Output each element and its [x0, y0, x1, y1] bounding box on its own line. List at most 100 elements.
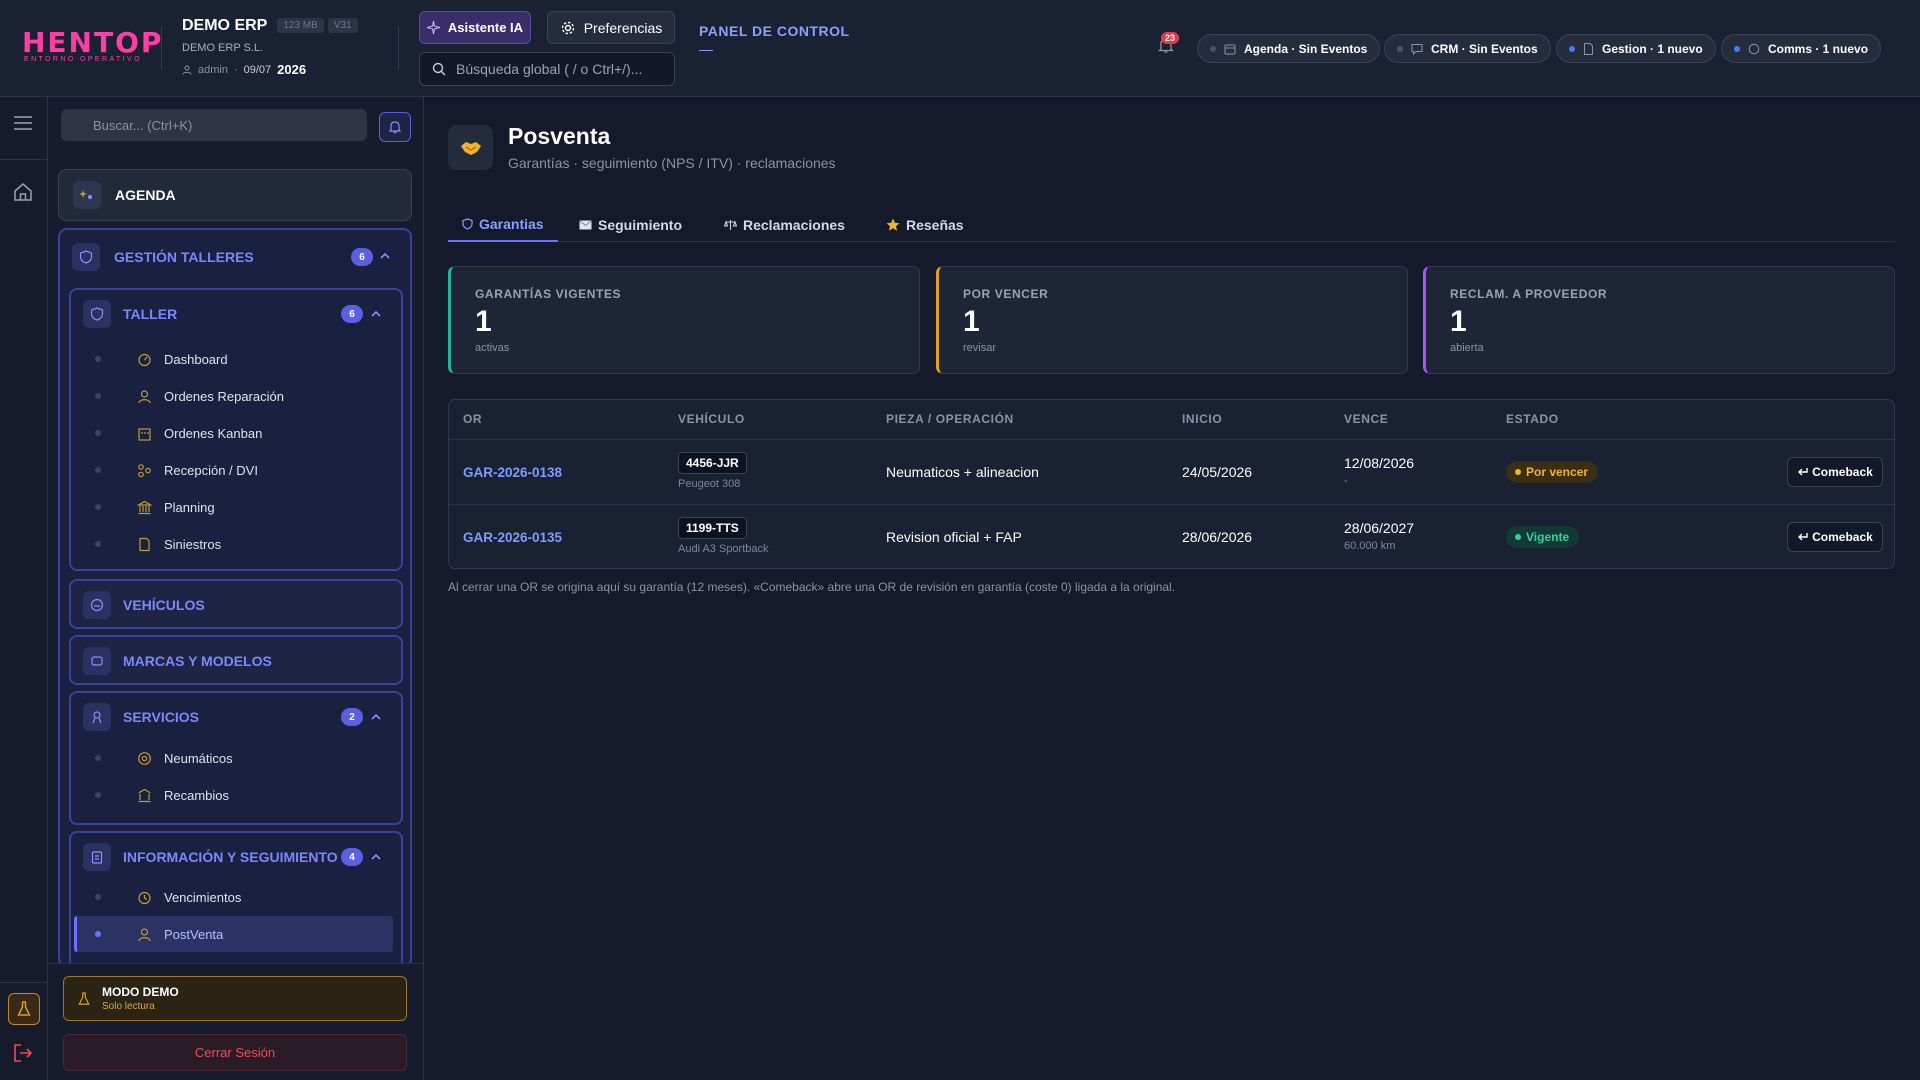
tab-label: Reclamaciones [743, 216, 845, 233]
sidebar-item-vencimientos[interactable]: Vencimientos [74, 879, 394, 915]
message-icon [1748, 43, 1760, 54]
car-icon [90, 598, 104, 612]
col-header-inicio: INICIO [1182, 412, 1223, 426]
estado-cell: Vigente [1506, 526, 1580, 548]
status-text: Vigente [1526, 530, 1570, 544]
sidebar-item-ordenes-kanban[interactable]: Ordenes Kanban [74, 415, 394, 451]
tab-garantias[interactable]: Garantias [448, 207, 558, 242]
demo-title: MODO DEMO [102, 985, 179, 999]
vehiculos-icon-box [83, 591, 111, 619]
col-header-estado: ESTADO [1506, 412, 1559, 426]
comeback-button[interactable]: Comeback [1787, 457, 1883, 487]
sidebar-item-dashboard[interactable]: Dashboard [74, 341, 394, 377]
tab-resenas[interactable]: Reseñas [872, 207, 978, 242]
sidebar-item-ordenes-reparacion[interactable]: Ordenes Reparación [74, 378, 394, 414]
vehicle-model: Peugeot 308 [678, 478, 741, 490]
sidebar-item-recambios[interactable]: Recambios [74, 777, 394, 813]
sidebar-item-planning[interactable]: Planning [74, 489, 394, 525]
sidebar-item-agenda[interactable]: AGENDA [58, 169, 412, 221]
sidebar-search[interactable] [61, 109, 367, 141]
status-text: Por vencer [1526, 465, 1589, 479]
logout-button[interactable]: Cerrar Sesión [63, 1034, 407, 1071]
demo-mode-button[interactable] [8, 993, 40, 1025]
top-bar: HENTOP ENTORNO OPERATIVO DEMO ERP 123 MB V… [0, 0, 1920, 97]
item-label: Dashboard [164, 351, 228, 367]
ai-assistant-button[interactable]: Asistente IA [419, 11, 531, 44]
logout-icon-button[interactable] [12, 1043, 34, 1063]
pill-agenda[interactable]: Agenda · Sin Eventos [1197, 34, 1381, 63]
sidebar-item-recepcion[interactable]: Recepción / DVI [74, 452, 394, 488]
sidebar-item-siniestros[interactable]: Siniestros [74, 526, 394, 562]
vence-cell: 28/06/2027 60.000 km [1344, 520, 1414, 552]
preferences-button[interactable]: Preferencias [547, 11, 675, 44]
vence-date: 28/06/2027 [1344, 520, 1415, 536]
agenda-label: AGENDA [115, 187, 176, 203]
chevron-up-icon[interactable] [371, 853, 381, 861]
pill-crm[interactable]: CRM · Sin Eventos [1384, 34, 1551, 63]
bullet [95, 792, 101, 798]
sidebar-item-postventa[interactable]: PostVenta [74, 916, 393, 952]
pin-button[interactable] [379, 112, 411, 142]
subgroup-taller-header[interactable]: TALLER [83, 300, 177, 328]
sidebar-item-neumaticos[interactable]: Neumáticos [74, 740, 394, 776]
status-badge: Vigente [1506, 526, 1580, 548]
chevron-up-icon[interactable] [371, 713, 381, 721]
servicios-header[interactable]: SERVICIOS [83, 703, 199, 731]
mechanic-icon [138, 389, 151, 403]
demo-mode-box[interactable]: MODO DEMO Solo lectura [63, 976, 407, 1021]
item-label: Planning [164, 499, 215, 515]
home-button[interactable] [12, 181, 34, 203]
vence-detail: - [1344, 475, 1348, 487]
bullet [95, 430, 101, 436]
informacion-header[interactable]: INFORMACIÓN Y SEGUIMIENTO [83, 843, 338, 871]
or-link[interactable]: GAR-2026-0138 [463, 465, 562, 480]
global-search-input[interactable] [456, 61, 656, 77]
marcas-label: MARCAS Y MODELOS [123, 653, 272, 669]
page-subtitle: Garantías · seguimiento (NPS / ITV) · re… [508, 155, 836, 171]
file-icon [139, 537, 150, 551]
tab-seguimiento[interactable]: Seguimiento [565, 207, 696, 242]
kpi-subtext: abierta [1450, 342, 1484, 354]
logo[interactable]: HENTOP ENTORNO OPERATIVO [22, 26, 164, 66]
table-row: GAR-2026-0138 4456-JJR Peugeot 308 Neuma… [449, 439, 1894, 504]
tab-reclamaciones[interactable]: Reclamaciones [710, 207, 859, 242]
chevron-up-icon[interactable] [380, 252, 390, 260]
sidebar-search-input[interactable] [93, 117, 353, 133]
document-icon [1584, 42, 1593, 55]
comeback-button[interactable]: Comeback [1787, 522, 1883, 552]
tab-label: Reseñas [906, 216, 964, 233]
kpi-label: GARANTÍAS VIGENTES [475, 287, 622, 301]
current-year: 2026 [277, 62, 307, 77]
icon-rail [0, 97, 48, 1080]
marcas-icon-box [83, 647, 111, 675]
logo-text: HENTOP [22, 26, 164, 59]
user-name: admin [198, 63, 228, 76]
tab-bar: Garantias Seguimiento Reclamaciones Rese… [448, 207, 1895, 242]
hamburger-icon [14, 116, 32, 130]
taller-icon-box [83, 300, 111, 328]
pill-label: Agenda · Sin Eventos [1244, 41, 1368, 56]
kpi-subtext: activas [475, 342, 510, 354]
col-header-pieza: PIEZA / OPERACIÓN [886, 412, 1014, 426]
envelope-icon [579, 219, 592, 229]
page-icon-box [448, 125, 493, 170]
tire-icon [138, 751, 151, 765]
or-link[interactable]: GAR-2026-0135 [463, 530, 562, 545]
panel-title: PANEL DE CONTROL [699, 23, 850, 39]
sidebar-item-vehiculos[interactable]: VEHÍCULOS [69, 579, 403, 629]
informacion-count: 4 [341, 848, 363, 866]
pill-comms[interactable]: Comms · 1 nuevo [1721, 34, 1882, 63]
flask-icon [17, 1001, 31, 1016]
global-search[interactable] [419, 52, 675, 86]
home-icon [14, 183, 32, 201]
col-header-vence: VENCE [1344, 412, 1389, 426]
informacion-icon-box [83, 843, 111, 871]
servicios-icon-box [83, 703, 111, 731]
group-gestion-header[interactable]: GESTIÓN TALLERES [72, 243, 254, 271]
chevron-up-icon[interactable] [371, 310, 381, 318]
menu-toggle-button[interactable] [12, 114, 34, 132]
pill-gestion[interactable]: Gestion · 1 nuevo [1556, 34, 1716, 63]
group-gestion-label: GESTIÓN TALLERES [114, 249, 254, 265]
item-label: Ordenes Kanban [164, 425, 263, 441]
sidebar-item-marcas[interactable]: MARCAS Y MODELOS [69, 635, 403, 685]
